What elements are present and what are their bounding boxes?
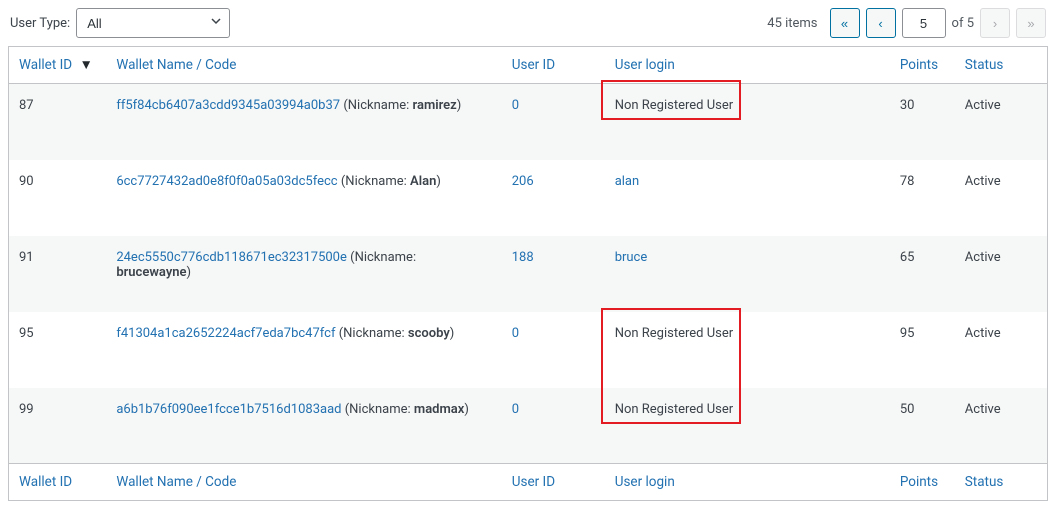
cell-status: Active — [955, 312, 1048, 388]
cell-status: Active — [955, 160, 1048, 236]
col-wallet-name[interactable]: Wallet Name / Code — [106, 47, 501, 84]
wallet-code-link[interactable]: ff5f84cb6407a3cdd9345a03994a0b37 — [116, 98, 340, 113]
cell-wallet-name: ff5f84cb6407a3cdd9345a03994a0b37 (Nickna… — [106, 84, 501, 160]
fcol-points[interactable]: Points — [852, 464, 955, 501]
user-type-select-wrap: All — [76, 8, 230, 38]
table-wrap: Wallet ID ▼ Wallet Name / Code User ID U… — [8, 46, 1048, 501]
user-id-link[interactable]: 0 — [512, 326, 519, 341]
nickname-suffix: ) — [450, 326, 455, 341]
fcol-wallet-id[interactable]: Wallet ID — [9, 464, 107, 501]
nickname-suffix: ) — [436, 174, 441, 189]
wallet-code-link[interactable]: 6cc7727432ad0e8f0f0a05a03dc5fecc — [116, 174, 337, 189]
nickname: scooby — [408, 326, 450, 341]
sort-desc-icon: ▼ — [79, 57, 92, 73]
table-footer-row: Wallet ID Wallet Name / Code User ID Use… — [9, 464, 1048, 501]
nickname-prefix: (Nickname: — [341, 402, 413, 417]
wallet-table: Wallet ID ▼ Wallet Name / Code User ID U… — [8, 46, 1048, 501]
nickname-suffix: ) — [457, 98, 462, 113]
non-registered-label: Non Registered User — [615, 326, 734, 341]
cell-points: 78 — [852, 160, 955, 236]
user-type-select[interactable]: All — [76, 8, 230, 38]
cell-user-login: Non Registered User — [605, 388, 852, 464]
col-wallet-id[interactable]: Wallet ID ▼ — [9, 47, 107, 84]
pagination: 45 items « ‹ of 5 › » — [767, 8, 1046, 38]
user-id-link[interactable]: 206 — [512, 174, 534, 189]
table-row: 9124ec5550c776cdb118671ec32317500e (Nick… — [9, 236, 1048, 312]
cell-wallet-id: 95 — [9, 312, 107, 388]
non-registered-label: Non Registered User — [615, 98, 734, 113]
page-next-button: › — [980, 8, 1010, 38]
cell-user-id: 0 — [502, 388, 605, 464]
cell-user-login: Non Registered User — [605, 84, 852, 160]
col-user-id[interactable]: User ID — [502, 47, 605, 84]
fcol-user-login[interactable]: User login — [605, 464, 852, 501]
user-id-link[interactable]: 188 — [512, 250, 534, 265]
cell-status: Active — [955, 388, 1048, 464]
fcol-user-id[interactable]: User ID — [502, 464, 605, 501]
nickname-suffix: ) — [187, 265, 192, 280]
col-points[interactable]: Points — [852, 47, 955, 84]
cell-user-id: 188 — [502, 236, 605, 312]
page-last-button: » — [1016, 8, 1046, 38]
col-wallet-id-label: Wallet ID — [19, 57, 72, 73]
toolbar: User Type: All 45 items « ‹ of 5 › » — [8, 8, 1048, 46]
page-current-input[interactable] — [902, 8, 946, 38]
table-row: 87ff5f84cb6407a3cdd9345a03994a0b37 (Nick… — [9, 84, 1048, 160]
table-row: 95f41304a1ca2652224acf7eda7bc47fcf (Nick… — [9, 312, 1048, 388]
user-type-label: User Type: — [10, 16, 70, 31]
cell-wallet-name: 24ec5550c776cdb118671ec32317500e (Nickna… — [106, 236, 501, 312]
nickname-prefix: (Nickname: — [340, 98, 412, 113]
nickname: Alan — [410, 174, 436, 189]
cell-points: 65 — [852, 236, 955, 312]
cell-wallet-id: 91 — [9, 236, 107, 312]
item-count: 45 items — [767, 16, 817, 31]
table-header-row: Wallet ID ▼ Wallet Name / Code User ID U… — [9, 47, 1048, 84]
cell-user-login: alan — [605, 160, 852, 236]
user-login-link[interactable]: alan — [615, 174, 639, 189]
page-total: of 5 — [952, 16, 974, 31]
cell-wallet-id: 90 — [9, 160, 107, 236]
cell-user-id: 206 — [502, 160, 605, 236]
col-user-login[interactable]: User login — [605, 47, 852, 84]
user-id-link[interactable]: 0 — [512, 402, 519, 417]
page-prev-button[interactable]: ‹ — [866, 8, 896, 38]
cell-wallet-name: f41304a1ca2652224acf7eda7bc47fcf (Nickna… — [106, 312, 501, 388]
cell-user-id: 0 — [502, 84, 605, 160]
fcol-wallet-name[interactable]: Wallet Name / Code — [106, 464, 501, 501]
cell-wallet-id: 99 — [9, 388, 107, 464]
cell-user-id: 0 — [502, 312, 605, 388]
fcol-status[interactable]: Status — [955, 464, 1048, 501]
nickname: brucewayne — [116, 265, 186, 280]
wallet-code-link[interactable]: f41304a1ca2652224acf7eda7bc47fcf — [116, 326, 335, 341]
cell-status: Active — [955, 84, 1048, 160]
page-first-button[interactable]: « — [830, 8, 860, 38]
nickname: ramirez — [413, 98, 457, 113]
wallet-code-link[interactable]: a6b1b76f090ee1fcce1b7516d1083aad — [116, 402, 341, 417]
cell-wallet-name: a6b1b76f090ee1fcce1b7516d1083aad (Nickna… — [106, 388, 501, 464]
cell-wallet-id: 87 — [9, 84, 107, 160]
table-row: 906cc7727432ad0e8f0f0a05a03dc5fecc (Nick… — [9, 160, 1048, 236]
cell-points: 95 — [852, 312, 955, 388]
cell-points: 50 — [852, 388, 955, 464]
cell-wallet-name: 6cc7727432ad0e8f0f0a05a03dc5fecc (Nickna… — [106, 160, 501, 236]
user-id-link[interactable]: 0 — [512, 98, 519, 113]
table-body: 87ff5f84cb6407a3cdd9345a03994a0b37 (Nick… — [9, 84, 1048, 464]
nickname-prefix: (Nickname: — [335, 326, 407, 341]
user-login-link[interactable]: bruce — [615, 250, 648, 265]
wallet-code-link[interactable]: 24ec5550c776cdb118671ec32317500e — [116, 250, 347, 265]
cell-user-login: Non Registered User — [605, 312, 852, 388]
cell-user-login: bruce — [605, 236, 852, 312]
nickname-prefix: (Nickname: — [338, 174, 410, 189]
nickname: madmax — [414, 402, 464, 417]
non-registered-label: Non Registered User — [615, 402, 734, 417]
cell-status: Active — [955, 236, 1048, 312]
filter-group: User Type: All — [10, 8, 230, 38]
table-row: 99a6b1b76f090ee1fcce1b7516d1083aad (Nick… — [9, 388, 1048, 464]
cell-points: 30 — [852, 84, 955, 160]
nickname-suffix: ) — [464, 402, 469, 417]
nickname-prefix: (Nickname: — [347, 250, 416, 265]
col-status[interactable]: Status — [955, 47, 1048, 84]
